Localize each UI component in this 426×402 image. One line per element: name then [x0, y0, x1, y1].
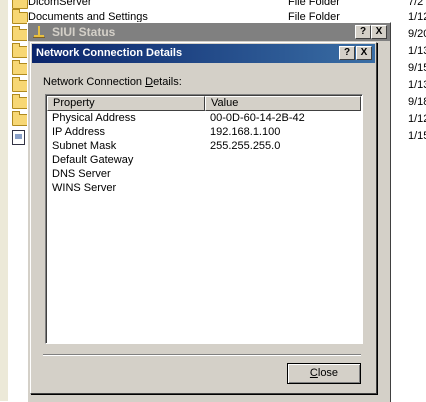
value-cell: 255.255.255.0 [210, 140, 281, 152]
column-header-value[interactable]: Value [205, 96, 361, 111]
table-row[interactable]: DNS Server [47, 168, 361, 182]
property-cell: Subnet Mask [52, 140, 117, 152]
table-row[interactable]: Default Gateway [47, 154, 361, 168]
folder-icon [12, 0, 28, 9]
separator [43, 354, 361, 356]
property-cell: WINS Server [52, 182, 117, 194]
folder-icon [12, 111, 28, 126]
details-listview[interactable]: Property Value Physical Address 00-0D-60… [45, 94, 363, 344]
property-cell: Physical Address [52, 112, 136, 124]
close-dialog-button[interactable]: Close [287, 363, 361, 384]
file-date: 1/12 [408, 113, 426, 125]
file-date: 1/12 [408, 11, 426, 23]
table-row[interactable]: IP Address 192.168.1.100 [47, 126, 361, 140]
folder-icon [12, 26, 28, 41]
help-button[interactable]: ? [339, 46, 355, 60]
file-date: 1/13 [408, 79, 426, 91]
file-date: 9/15 [408, 62, 426, 74]
file-type: File Folder [288, 0, 340, 8]
table-row[interactable]: Subnet Mask 255.255.255.0 [47, 140, 361, 154]
network-connection-details-dialog: Network Connection Details ? X Network C… [30, 42, 377, 394]
property-cell: Default Gateway [52, 154, 134, 166]
table-row[interactable]: WINS Server [47, 182, 361, 196]
file-date: 1/15 [408, 130, 426, 142]
explorer-left-pane [0, 0, 8, 401]
folder-icon [12, 43, 28, 58]
property-cell: IP Address [52, 126, 105, 138]
column-header-property[interactable]: Property [47, 96, 205, 111]
document-icon [12, 130, 25, 145]
folder-icon [12, 77, 28, 92]
file-date: 7/2 [408, 0, 424, 8]
value-cell: 00-0D-60-14-2B-42 [210, 112, 305, 124]
dialog-titlebar[interactable]: Network Connection Details ? X [32, 44, 375, 63]
details-caption: Network Connection Details: [43, 76, 182, 88]
folder-icon [12, 60, 28, 75]
help-button[interactable]: ? [355, 25, 371, 39]
folder-icon [12, 94, 28, 109]
dialog-title: Network Connection Details [36, 47, 183, 59]
folder-icon [12, 9, 28, 24]
table-row[interactable]: Physical Address 00-0D-60-14-2B-42 [47, 112, 361, 126]
property-cell: DNS Server [52, 168, 111, 180]
file-date: 9/20 [408, 28, 426, 40]
network-icon [33, 26, 45, 38]
file-date: 1/13 [408, 45, 426, 57]
close-button[interactable]: X [371, 25, 387, 39]
file-date: 9/18 [408, 96, 426, 108]
status-window-title: SIUI Status [52, 25, 116, 39]
value-cell: 192.168.1.100 [210, 126, 281, 138]
file-name: DicomServer [28, 0, 92, 8]
status-window-titlebar[interactable]: SIUI Status ? X [28, 23, 390, 41]
close-button[interactable]: X [356, 46, 372, 60]
